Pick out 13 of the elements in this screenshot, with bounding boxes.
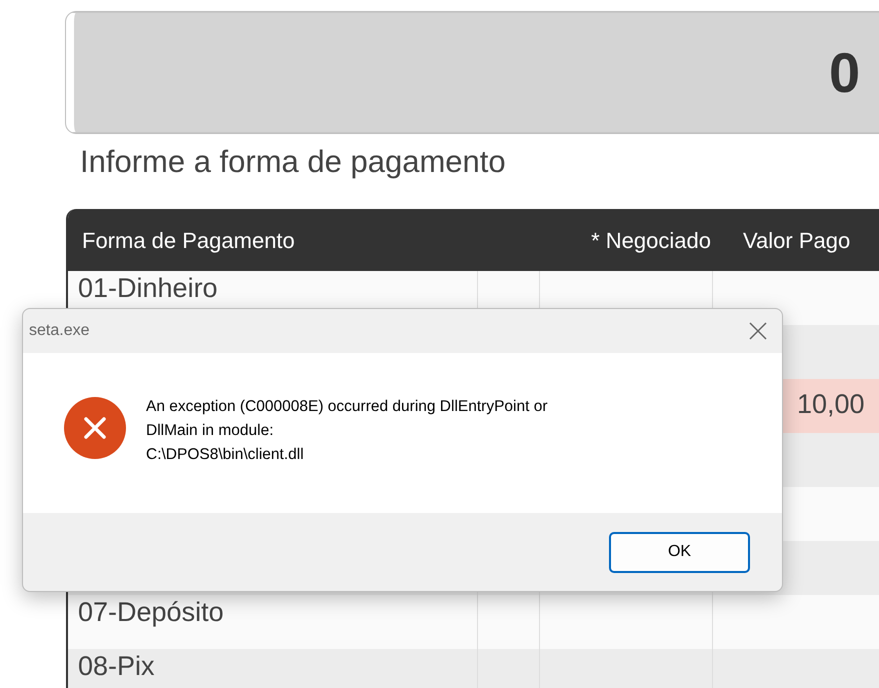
payment-method[interactable]: 08-Pix (78, 651, 155, 681)
column-header: Valor Pago (743, 228, 850, 252)
payment-method[interactable]: 07-Depósito (78, 597, 224, 627)
column-header: Forma de Pagamento (82, 228, 295, 252)
ok-button[interactable]: OK (609, 532, 750, 572)
close-icon[interactable] (748, 321, 768, 341)
error-icon (64, 397, 126, 459)
payment-method[interactable]: 01-Dinheiro (78, 273, 218, 303)
prompt-label: Informe a forma de pagamento (80, 144, 506, 179)
error-message: An exception (C000008E) occurred during DllEntryPoint or DllMain in module: C:\DPOS8\bin\client.dll (146, 397, 548, 465)
column-header: * Negociado (591, 228, 711, 252)
amount-value: 0 (829, 40, 860, 106)
dialog-title: seta.exe (29, 321, 90, 341)
